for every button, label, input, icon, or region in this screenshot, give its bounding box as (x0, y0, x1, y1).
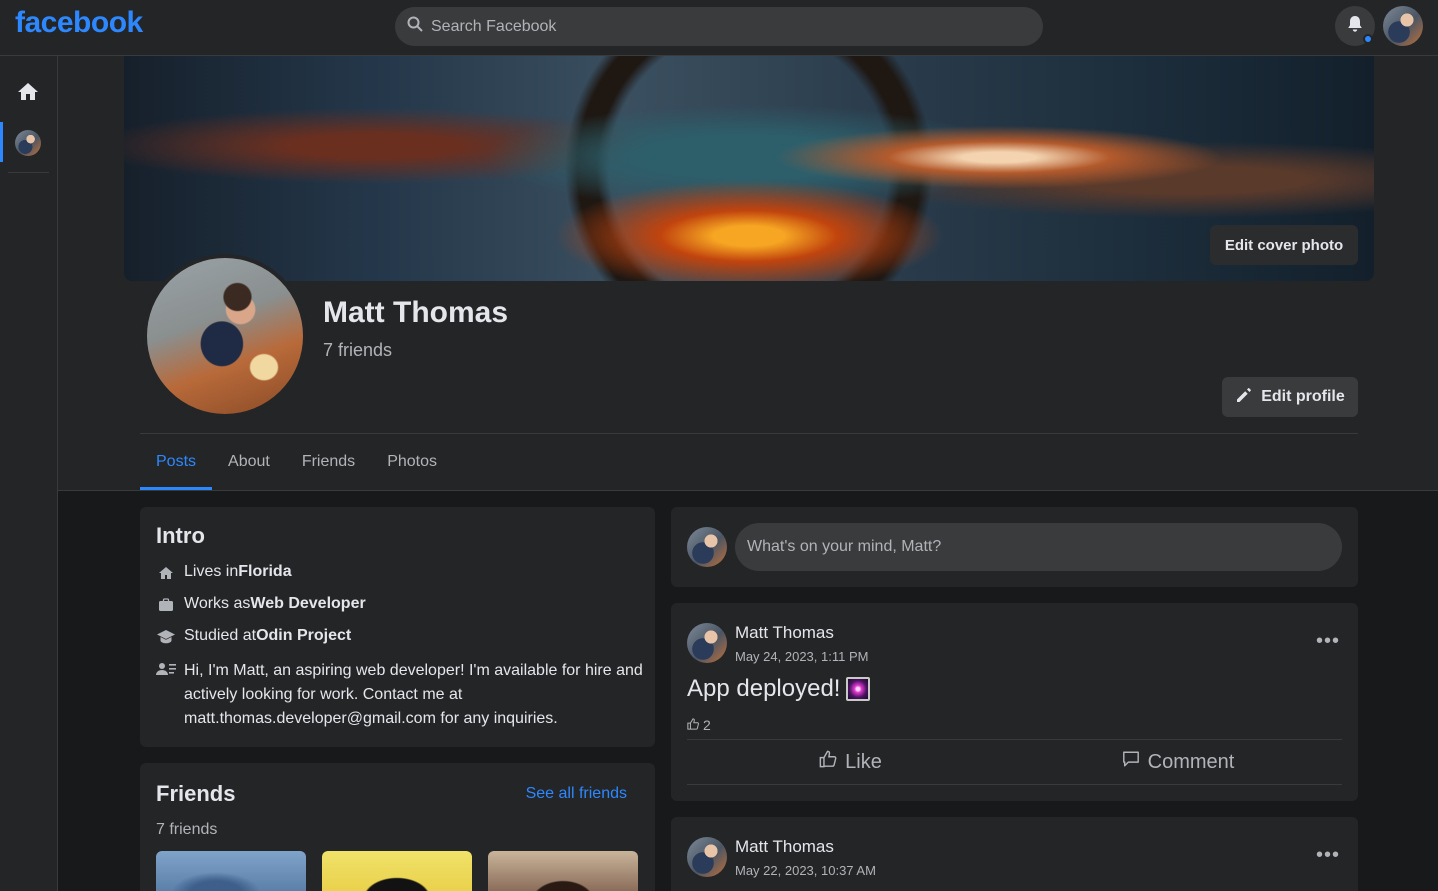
account-avatar[interactable] (1383, 6, 1423, 46)
comment-button[interactable]: Comment (1014, 743, 1342, 781)
post-divider (687, 739, 1342, 740)
profile-name: Matt Thomas (323, 296, 509, 329)
friends-card: Friends See all friends 7 friends (140, 763, 655, 891)
intro-bio: Hi, I'm Matt, an aspiring web developer!… (156, 659, 644, 731)
bell-icon (1345, 14, 1365, 39)
intro-studied-label: Studied at (184, 627, 257, 644)
graduation-cap-icon (156, 627, 176, 647)
comment-icon (1122, 750, 1140, 774)
post-card: Matt Thomas May 24, 2023, 1:11 PM ••• Ap… (671, 603, 1358, 801)
intro-lives: Lives in Florida (156, 563, 292, 583)
home-icon (156, 563, 176, 583)
home-button[interactable] (14, 80, 42, 108)
notifications-button[interactable] (1335, 6, 1375, 46)
sidebar-profile-link[interactable] (0, 122, 57, 162)
post-like-count: 2 (687, 717, 711, 733)
sparkle-emoji-icon (846, 677, 871, 701)
left-sidebar (0, 56, 58, 891)
friend-thumbnail[interactable] (322, 851, 472, 891)
tab-posts[interactable]: Posts (140, 434, 213, 490)
intro-lives-label: Lives in (184, 563, 239, 580)
intro-studied-value: Odin Project (256, 627, 352, 644)
post-author-name[interactable]: Matt Thomas (735, 837, 834, 857)
sidebar-divider (8, 172, 49, 173)
home-icon (16, 80, 40, 109)
top-navigation-bar: facebook (0, 0, 1438, 56)
thumbs-up-icon (819, 750, 837, 774)
pencil-icon (1235, 386, 1253, 409)
intro-lives-value: Florida (238, 563, 292, 580)
friend-thumbnail[interactable] (156, 851, 306, 891)
intro-card: Intro Lives in Florida Works as Web Deve… (140, 507, 655, 747)
more-options-icon[interactable]: ••• (1314, 627, 1342, 655)
composer-input[interactable] (735, 523, 1342, 571)
friend-thumbnail[interactable] (488, 851, 638, 891)
like-button[interactable]: Like (687, 743, 1014, 781)
edit-profile-button[interactable]: Edit profile (1222, 377, 1358, 417)
post-content: App deployed! (687, 675, 871, 703)
post-composer (671, 507, 1358, 587)
post-author-name[interactable]: Matt Thomas (735, 623, 834, 643)
search-bar[interactable] (395, 7, 1043, 46)
intro-bio-text: Hi, I'm Matt, an aspiring web developer!… (184, 662, 643, 727)
post-divider (687, 784, 1342, 785)
briefcase-icon (156, 595, 176, 615)
friends-card-count: 7 friends (156, 821, 218, 838)
profile-friends-count[interactable]: 7 friends (323, 340, 392, 361)
edit-cover-photo-button[interactable]: Edit cover photo (1210, 225, 1358, 265)
intro-works: Works as Web Developer (156, 595, 366, 615)
profile-picture[interactable] (143, 254, 307, 418)
post-timestamp: May 24, 2023, 1:11 PM (735, 649, 869, 664)
post-card: Matt Thomas May 22, 2023, 10:37 AM ••• (671, 817, 1358, 891)
search-icon (407, 16, 423, 37)
facebook-logo[interactable]: facebook (15, 6, 143, 40)
post-author-avatar[interactable] (687, 837, 727, 877)
thumbs-up-icon (687, 717, 699, 733)
comment-label: Comment (1147, 750, 1235, 773)
cover-photo (124, 56, 1374, 281)
like-label: Like (845, 750, 882, 773)
more-options-icon[interactable]: ••• (1314, 841, 1342, 869)
intro-title: Intro (156, 523, 205, 548)
sidebar-avatar (15, 130, 41, 156)
edit-profile-label: Edit profile (1261, 388, 1345, 405)
intro-studied: Studied at Odin Project (156, 627, 351, 647)
profile-tabs: Posts About Friends Photos (140, 434, 453, 490)
post-author-avatar[interactable] (687, 623, 727, 663)
see-all-friends-link[interactable]: See all friends (526, 785, 627, 803)
composer-avatar (687, 527, 727, 567)
intro-works-value: Web Developer (250, 595, 366, 612)
tab-about[interactable]: About (212, 434, 286, 490)
tab-friends[interactable]: Friends (286, 434, 371, 490)
post-timestamp: May 22, 2023, 10:37 AM (735, 863, 876, 878)
like-count-value: 2 (703, 717, 711, 733)
intro-works-label: Works as (184, 595, 251, 612)
profile-details-icon (156, 659, 176, 679)
post-text: App deployed! (687, 675, 841, 702)
active-indicator (0, 122, 3, 162)
tab-photos[interactable]: Photos (371, 434, 453, 490)
search-input[interactable] (431, 17, 1011, 36)
notification-badge (1363, 34, 1373, 44)
friends-title: Friends (156, 781, 236, 806)
